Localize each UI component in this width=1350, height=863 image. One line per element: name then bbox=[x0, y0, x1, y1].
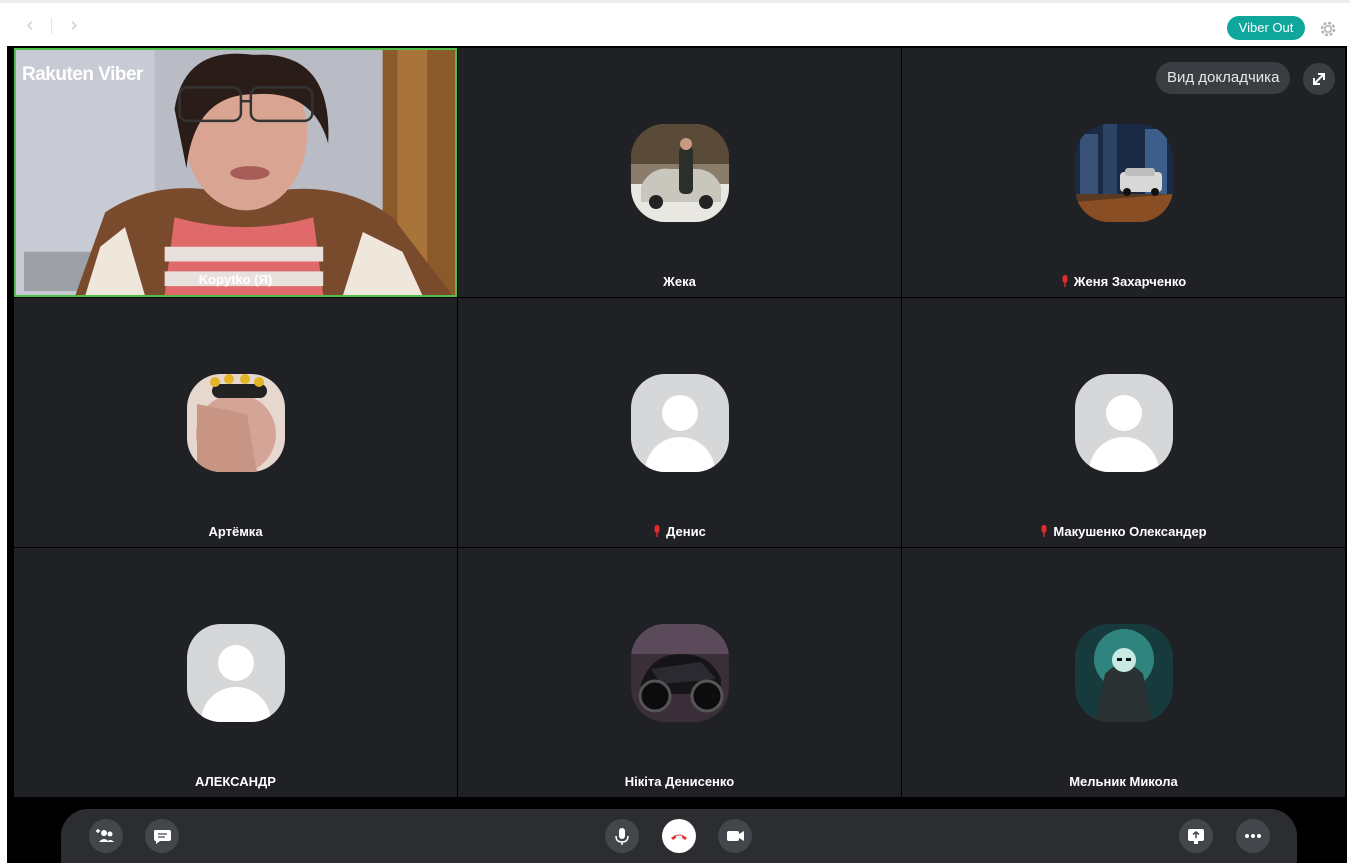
viber-out-button[interactable]: Viber Out bbox=[1227, 16, 1305, 40]
participant-tile[interactable]: Макушенко Олександер bbox=[902, 298, 1345, 547]
participant-tile[interactable]: Денис bbox=[458, 298, 901, 547]
participant-name: Нікіта Денисенко bbox=[624, 774, 735, 789]
collapse-view-icon[interactable] bbox=[1303, 63, 1335, 95]
participant-name: Kopytko (Я) bbox=[198, 272, 273, 287]
participant-name: Жека bbox=[663, 274, 696, 289]
screen-share-icon[interactable] bbox=[1179, 819, 1213, 853]
self-video-feed bbox=[16, 50, 455, 295]
gear-icon[interactable] bbox=[1318, 19, 1338, 39]
participant-name: Мельник Микола bbox=[1069, 774, 1178, 789]
participant-tile[interactable]: АЛЕКСАНДР bbox=[14, 548, 457, 797]
participant-tile-self[interactable]: Rakuten Viber Kopytko (Я) bbox=[14, 48, 457, 297]
participant-tile[interactable]: Женя Захарченко Вид докладчика bbox=[902, 48, 1345, 297]
participant-name: АЛЕКСАНДР bbox=[195, 774, 276, 789]
participant-avatar bbox=[1075, 124, 1173, 222]
participant-tile[interactable]: Артёмка bbox=[14, 298, 457, 547]
participant-tile[interactable]: Нікіта Денисенко bbox=[458, 548, 901, 797]
participant-name: Денис bbox=[458, 524, 901, 539]
default-avatar-icon bbox=[1075, 374, 1173, 472]
default-avatar-icon bbox=[187, 624, 285, 722]
participant-name: Макушенко Олександер bbox=[902, 524, 1345, 539]
hang-up-icon[interactable] bbox=[662, 819, 696, 853]
default-avatar-icon bbox=[631, 374, 729, 472]
chevron-left-icon[interactable]: ‹ bbox=[20, 15, 40, 35]
participant-name: Артёмка bbox=[208, 524, 263, 539]
participant-avatar bbox=[631, 624, 729, 722]
muted-mic-icon bbox=[1062, 275, 1068, 287]
speaker-view-button[interactable]: Вид докладчика bbox=[1156, 62, 1291, 94]
chat-icon[interactable] bbox=[145, 819, 179, 853]
top-bar: ‹ › Viber Out bbox=[0, 0, 1350, 46]
participant-avatar bbox=[187, 374, 285, 472]
participant-avatar bbox=[1075, 624, 1173, 722]
microphone-icon[interactable] bbox=[605, 819, 639, 853]
viber-brand-logo: Rakuten Viber bbox=[22, 64, 143, 85]
call-controls-bar bbox=[61, 809, 1297, 863]
more-icon[interactable] bbox=[1236, 819, 1270, 853]
call-grid: Rakuten Viber Kopytko (Я) Жека Женя Заха… bbox=[7, 46, 1347, 863]
participant-avatar bbox=[631, 124, 729, 222]
muted-mic-icon bbox=[1041, 525, 1047, 537]
chevron-right-icon[interactable]: › bbox=[64, 15, 84, 35]
muted-mic-icon bbox=[654, 525, 660, 537]
add-people-icon[interactable] bbox=[89, 819, 123, 853]
nav-divider bbox=[51, 18, 52, 34]
participant-name: Женя Захарченко bbox=[902, 274, 1345, 289]
camera-icon[interactable] bbox=[718, 819, 752, 853]
participant-tile[interactable]: Мельник Микола bbox=[902, 548, 1345, 797]
participant-tile[interactable]: Жека bbox=[458, 48, 901, 297]
